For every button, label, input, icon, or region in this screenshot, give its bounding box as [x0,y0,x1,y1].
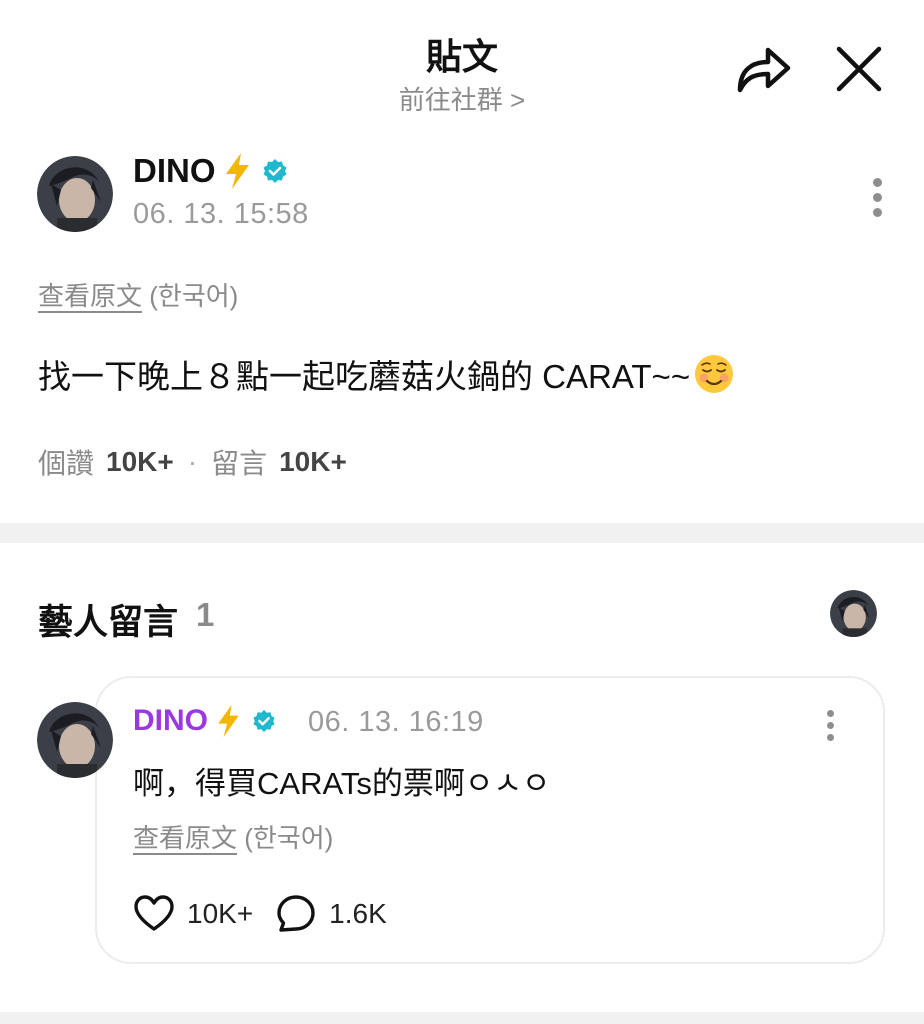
comment-author-row[interactable]: DINO [133,704,276,738]
likes-count: 10K+ [106,446,174,477]
heart-icon[interactable] [133,893,175,935]
comment-more-button[interactable] [820,710,840,746]
author-name[interactable]: DINO [133,152,216,190]
author-name-row[interactable]: DINO [133,152,288,190]
comment-actions: 10K+ 1.6K [133,893,409,935]
comments-label[interactable]: 留言 [211,442,267,482]
artist-comments-title: 藝人留言 [38,603,179,642]
post-more-button[interactable] [867,178,887,223]
section-divider [0,523,924,543]
post-translate-row: 查看原文 (한국어) [38,276,238,313]
comment-text: 啊，得買CARATs的票啊ㅇㅅㅇ [133,766,551,801]
comment-timestamp: 06. 13. 16:19 [308,706,484,738]
verified-badge-icon [263,159,286,183]
comment-reply-count: 1.6K [329,898,387,929]
comment-translate-row: 查看原文 (한국어) [133,818,333,855]
artist-avatar-small[interactable] [830,590,877,637]
bottom-divider [0,1012,924,1024]
lightning-bolt-icon [218,704,239,738]
close-button[interactable] [830,40,888,98]
post-stats: 個讚 10K+ · 留言 10K+ [38,442,347,482]
header: 貼文 前往社群 > [0,0,924,130]
share-arrow-icon [737,47,791,93]
lightning-bolt-icon [225,153,249,189]
close-icon [836,46,882,92]
view-original-link[interactable]: 查看原文 [38,281,142,311]
speech-bubble-icon[interactable] [275,893,317,935]
smiling-face-emoji [695,355,734,393]
comment-like-count: 10K+ [187,898,254,929]
comment-original-language: (한국어) [244,823,334,853]
verified-badge-icon [253,709,275,733]
share-button[interactable] [734,40,794,98]
artist-comments-count: 1 [196,596,215,633]
comment-view-original-link[interactable]: 查看原文 [133,823,237,853]
original-language: (한국어) [149,281,239,311]
post-text: 找一下晚上８點一起吃蘑菇火鍋的 CARAT~~ [38,358,691,395]
more-vertical-icon [872,178,882,187]
post-timestamp: 06. 13. 15:58 [133,198,309,230]
stats-separator: · [187,446,198,477]
comment-author-name[interactable]: DINO [133,704,208,738]
likes-label[interactable]: 個讚 [38,442,94,482]
author-avatar[interactable] [37,156,113,232]
post-body: 找一下晚上８點一起吃蘑菇火鍋的 CARAT~~ [38,350,734,398]
more-vertical-icon [826,710,834,717]
comments-count: 10K+ [279,446,347,477]
comment-author-avatar[interactable] [37,702,113,778]
